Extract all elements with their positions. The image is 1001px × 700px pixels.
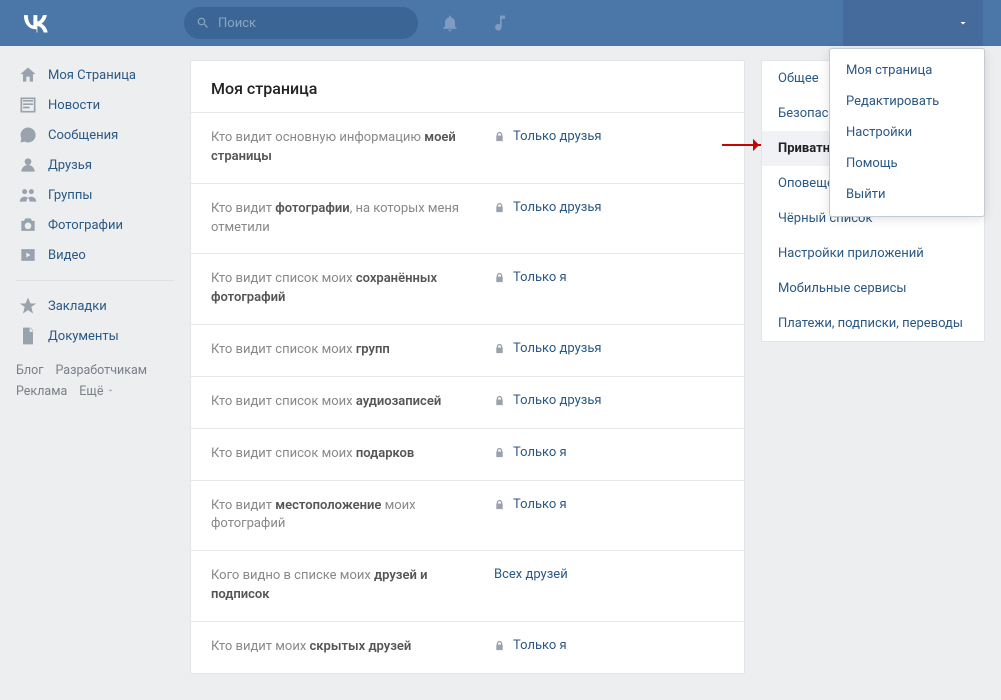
nav-documents[interactable]: Документы — [16, 321, 174, 351]
row-label: Кто видит фотографии, на которых меня от… — [211, 200, 484, 238]
lock-icon — [494, 446, 505, 459]
chevron-down-icon — [106, 386, 115, 395]
privacy-row: Кто видит фотографии, на которых меня от… — [191, 183, 744, 254]
annotation-arrow-left — [722, 144, 764, 146]
nav-label: Фотографии — [48, 218, 123, 233]
groups-icon — [18, 185, 38, 205]
star-icon — [18, 296, 38, 316]
privacy-row: Кто видит местоположение моих фотографий… — [191, 480, 744, 551]
dropdown-item-edit[interactable]: Редактировать — [830, 86, 984, 117]
dropdown-item-my-page[interactable]: Моя страница — [830, 55, 984, 86]
camera-icon — [18, 215, 38, 235]
row-label: Кого видно в списке моих друзей и подпис… — [211, 567, 484, 605]
row-label: Кто видит моих скрытых друзей — [211, 638, 484, 657]
chevron-down-icon — [957, 17, 969, 29]
nav-messages[interactable]: Сообщения — [16, 120, 174, 150]
settings-tab-payments[interactable]: Платежи, подписки, переводы — [762, 306, 984, 341]
privacy-card: Моя страница Кто видит основную информац… — [190, 60, 745, 674]
row-value[interactable]: Только я — [494, 497, 724, 512]
nav-photos[interactable]: Фотографии — [16, 210, 174, 240]
lock-icon — [494, 130, 505, 143]
row-label: Кто видит основную информацию моей стран… — [211, 129, 484, 167]
search-input[interactable]: Поиск — [184, 7, 418, 39]
nav-groups[interactable]: Группы — [16, 180, 174, 210]
row-value[interactable]: Только я — [494, 445, 724, 460]
friend-icon — [18, 155, 38, 175]
header-icons — [440, 13, 510, 33]
dropdown-item-help[interactable]: Помощь — [830, 148, 984, 179]
search-placeholder: Поиск — [218, 16, 256, 31]
privacy-row: Кто видит основную информацию моей стран… — [191, 112, 744, 183]
page-title: Моя страница — [191, 61, 744, 112]
news-icon — [18, 95, 38, 115]
video-icon — [18, 245, 38, 265]
privacy-row: Кто видит список моих сохранённых фотогр… — [191, 253, 744, 324]
search-icon — [196, 16, 210, 30]
row-value[interactable]: Только друзья — [494, 200, 724, 215]
nav-bookmarks[interactable]: Закладки — [16, 291, 174, 321]
vk-logo[interactable] — [16, 11, 54, 35]
footer-links: Блог Разработчикам Реклама Ещё — [16, 363, 174, 399]
nav-label: Видео — [48, 248, 86, 263]
row-label: Кто видит список моих подарков — [211, 445, 484, 464]
privacy-row: Кто видит список моих подарков Только я — [191, 428, 744, 480]
profile-menu-trigger[interactable] — [843, 0, 983, 46]
header-bar: Поиск — [0, 0, 1001, 46]
row-value[interactable]: Только друзья — [494, 341, 724, 356]
row-label: Кто видит список моих аудиозаписей — [211, 393, 484, 412]
privacy-row: Кто видит список моих аудиозаписей Тольк… — [191, 376, 744, 428]
lock-icon — [494, 342, 505, 355]
row-label: Кто видит список моих сохранённых фотогр… — [211, 270, 484, 308]
nav-label: Группы — [48, 188, 92, 203]
lock-icon — [494, 201, 505, 214]
nav-label: Друзья — [48, 158, 92, 173]
left-nav: Моя Страница Новости Сообщения Друзья Гр… — [16, 60, 174, 674]
profile-dropdown: Моя страница Редактировать Настройки Пом… — [829, 48, 985, 217]
row-value[interactable]: Всех друзей — [494, 567, 724, 582]
row-label: Кто видит местоположение моих фотографий — [211, 497, 484, 535]
nav-news[interactable]: Новости — [16, 90, 174, 120]
dropdown-item-settings[interactable]: Настройки — [830, 117, 984, 148]
nav-my-page[interactable]: Моя Страница — [16, 60, 174, 90]
privacy-row: Кто видит моих скрытых друзей Только я — [191, 621, 744, 673]
dropdown-item-logout[interactable]: Выйти — [830, 179, 984, 210]
footer-ads[interactable]: Реклама — [16, 384, 67, 399]
settings-tab-apps[interactable]: Настройки приложений — [762, 236, 984, 271]
nav-label: Документы — [48, 329, 119, 344]
home-icon — [18, 65, 38, 85]
row-label: Кто видит список моих групп — [211, 341, 484, 360]
message-icon — [18, 125, 38, 145]
footer-dev[interactable]: Разработчикам — [55, 363, 147, 378]
nav-label: Моя Страница — [48, 68, 136, 83]
bell-icon[interactable] — [440, 13, 460, 33]
nav-separator — [16, 280, 174, 281]
row-value[interactable]: Только я — [494, 270, 724, 285]
footer-blog[interactable]: Блог — [16, 363, 43, 378]
lock-icon — [494, 639, 505, 652]
nav-video[interactable]: Видео — [16, 240, 174, 270]
row-value[interactable]: Только друзья — [494, 393, 724, 408]
privacy-row: Кто видит список моих групп Только друзь… — [191, 324, 744, 376]
document-icon — [18, 326, 38, 346]
lock-icon — [494, 498, 505, 511]
settings-tab-mobile[interactable]: Мобильные сервисы — [762, 271, 984, 306]
row-value[interactable]: Только друзья — [494, 129, 724, 144]
lock-icon — [494, 394, 505, 407]
nav-label: Новости — [48, 98, 100, 113]
row-value[interactable]: Только я — [494, 638, 724, 653]
footer-more[interactable]: Ещё — [79, 384, 115, 399]
music-icon[interactable] — [490, 13, 510, 33]
nav-label: Сообщения — [48, 128, 118, 143]
lock-icon — [494, 271, 505, 284]
privacy-row: Кого видно в списке моих друзей и подпис… — [191, 550, 744, 621]
nav-friends[interactable]: Друзья — [16, 150, 174, 180]
nav-label: Закладки — [48, 299, 107, 314]
